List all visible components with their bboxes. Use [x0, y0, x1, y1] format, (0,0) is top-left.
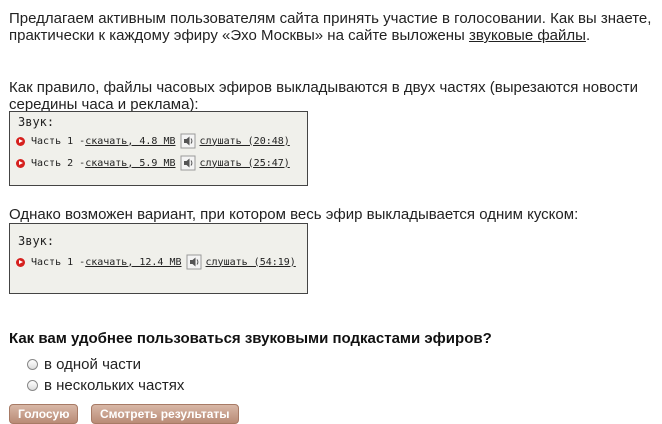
listen-link[interactable]: слушать (54:19): [206, 257, 296, 268]
paragraph-one-part: Однако возможен вариант, при котором вес…: [9, 206, 579, 223]
radio-button[interactable]: [27, 380, 38, 391]
speaker-icon[interactable]: [180, 133, 196, 149]
track-row: Часть 1 - скачать, 12.4 MB слушать (54:1…: [16, 253, 296, 271]
poll-option-label: в одной части: [44, 356, 141, 373]
view-results-button[interactable]: Смотреть результаты: [91, 404, 239, 424]
listen-link[interactable]: слушать (20:48): [200, 136, 290, 147]
listen-link[interactable]: слушать (25:47): [200, 158, 290, 169]
download-link[interactable]: скачать, 12.4 MB: [85, 257, 181, 268]
paragraph-two-parts: Как правило, файлы часовых эфиров выклад…: [9, 79, 639, 113]
speaker-icon[interactable]: [180, 155, 196, 171]
download-link[interactable]: скачать, 4.8 MB: [85, 136, 175, 147]
track-row: Часть 1 - скачать, 4.8 MB слушать (20:48…: [16, 132, 290, 150]
sound-box-two-parts: Звук: Часть 1 - скачать, 4.8 MB слушать …: [9, 111, 308, 186]
sound-files-link[interactable]: звуковые файлы: [469, 27, 586, 44]
poll-option-label: в нескольких частях: [44, 377, 185, 394]
download-link[interactable]: скачать, 5.9 MB: [85, 158, 175, 169]
track-part-label: Часть 2 -: [31, 157, 86, 169]
radio-button[interactable]: [27, 359, 38, 370]
vote-button[interactable]: Голосую: [9, 404, 79, 424]
play-icon[interactable]: [16, 257, 25, 267]
box-title: Звук:: [18, 234, 55, 248]
poll-option-several-parts[interactable]: в нескольких частях: [27, 377, 184, 394]
speaker-icon[interactable]: [186, 254, 202, 270]
box-title: Звук:: [18, 115, 55, 129]
track-part-label: Часть 1 -: [31, 135, 86, 147]
poll-option-one-part[interactable]: в одной части: [27, 356, 141, 373]
intro-paragraph: Предлагаем активным пользователям сайта …: [9, 10, 652, 44]
play-icon[interactable]: [16, 136, 25, 146]
sound-box-one-part: Звук: Часть 1 - скачать, 12.4 MB слушать…: [9, 223, 308, 294]
track-part-label: Часть 1 -: [31, 256, 86, 268]
poll-question: Как вам удобнее пользоваться звуковыми п…: [9, 330, 492, 347]
track-row: Часть 2 - скачать, 5.9 MB слушать (25:47…: [16, 154, 290, 172]
play-icon[interactable]: [16, 158, 25, 168]
